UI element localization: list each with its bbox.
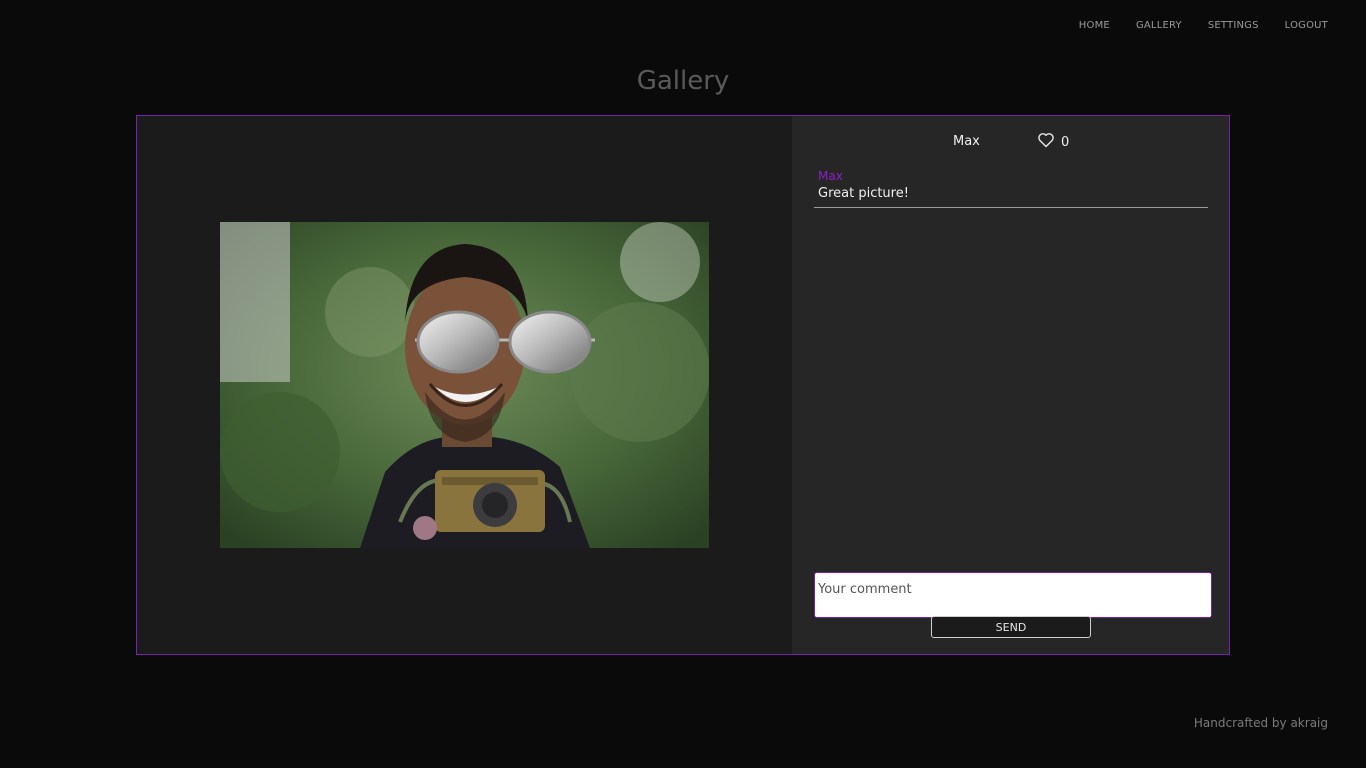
post-header: Max 0	[792, 132, 1229, 152]
send-button[interactable]: SEND	[931, 616, 1091, 638]
comment-input[interactable]	[814, 572, 1212, 618]
post-card: Max 0 Max Great picture! SEND	[136, 115, 1230, 655]
post-photo	[220, 222, 709, 548]
comment-text: Great picture!	[818, 186, 909, 201]
nav-settings-link[interactable]: SETTINGS	[1208, 20, 1259, 31]
comment-author: Max	[818, 169, 843, 183]
photo-pane	[137, 116, 792, 654]
like-button[interactable]: 0	[1037, 132, 1069, 152]
comment-item: Max Great picture!	[814, 168, 1208, 208]
like-count: 0	[1061, 134, 1070, 150]
nav-logout-link[interactable]: LOGOUT	[1285, 20, 1328, 31]
post-photo-image	[220, 222, 709, 548]
nav-home-link[interactable]: HOME	[1079, 20, 1110, 31]
footer-credit: Handcrafted by akraig	[1193, 716, 1328, 730]
nav-gallery-link[interactable]: GALLERY	[1136, 20, 1182, 31]
comments-pane: Max 0 Max Great picture! SEND	[792, 116, 1229, 654]
heart-outline-icon	[1037, 132, 1055, 152]
post-author: Max	[953, 134, 980, 149]
top-nav: HOME GALLERY SETTINGS LOGOUT	[1079, 20, 1328, 31]
page-title: Gallery	[636, 66, 730, 96]
